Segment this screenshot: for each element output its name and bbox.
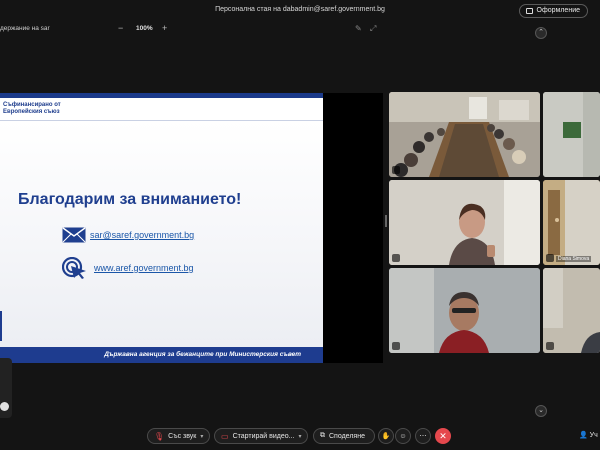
resize-handle[interactable] xyxy=(385,215,387,227)
participant-tile[interactable] xyxy=(389,180,540,265)
eu-line-1: Съфинансирано от xyxy=(3,102,61,108)
presentation-slide: Съфинансирано от Европейския съюз Благод… xyxy=(0,93,323,363)
expand-icon[interactable]: ⤢ xyxy=(370,24,376,34)
participant-video xyxy=(389,268,540,353)
participant-video xyxy=(543,180,600,265)
participant-video xyxy=(389,180,540,265)
video-status-icon xyxy=(392,254,400,262)
envelope-icon xyxy=(62,227,86,243)
zoom-out-button[interactable]: − xyxy=(118,23,123,33)
video-status-icon xyxy=(546,254,554,262)
camera-off-icon: ▭ xyxy=(221,431,229,441)
people-icon: 👤 xyxy=(579,432,588,439)
annotate-icon[interactable]: ✎ xyxy=(355,24,362,33)
hand-icon: ✋ xyxy=(381,433,391,440)
participant-tile[interactable] xyxy=(543,92,600,177)
participant-name: Diana Simova xyxy=(556,256,592,262)
settings-icon[interactable] xyxy=(0,402,9,411)
emoji-icon: ☺ xyxy=(399,432,407,440)
footer-text: Държавна агенция за бежанците при Минист… xyxy=(104,351,301,358)
more-icon: ⋯ xyxy=(419,433,427,440)
slide-accent xyxy=(0,311,2,341)
audio-label: Със звук xyxy=(168,432,197,440)
slide-heading: Благодарим за вниманието! xyxy=(18,191,242,208)
slide-footer: Държавна агенция за бежанците при Минист… xyxy=(0,347,323,363)
share-label: Споделяне xyxy=(329,432,365,440)
chevron-up-icon[interactable]: ⌃ xyxy=(535,27,547,39)
layout-button[interactable]: Оформление xyxy=(518,4,588,18)
chevron-down-icon[interactable]: ▾ xyxy=(298,433,301,440)
shared-content-label: держание на sar xyxy=(0,25,50,32)
participant-tile[interactable] xyxy=(389,268,540,353)
participants-button[interactable]: 👤 Уч xyxy=(579,431,598,439)
participants-label: Уч xyxy=(589,432,598,439)
video-status-icon xyxy=(546,342,554,350)
zoom-in-button[interactable]: + xyxy=(162,23,167,33)
participant-tile[interactable] xyxy=(543,268,600,353)
layout-icon xyxy=(525,8,533,14)
shared-screen: Съфинансирано от Европейския съюз Благод… xyxy=(0,93,383,363)
meeting-room-video xyxy=(389,92,540,177)
email-link[interactable]: sar@saref.government.bg xyxy=(90,230,194,240)
title-bar: Персонална стая на dabadmin@saref.govern… xyxy=(0,0,600,20)
audio-button[interactable]: 🎙 Със звук ▾ xyxy=(147,428,210,444)
cursor-click-icon xyxy=(62,257,86,279)
layout-label: Оформление xyxy=(536,7,580,14)
participant-tile[interactable]: Diana Simova xyxy=(543,180,600,265)
participant-video xyxy=(543,92,600,177)
website-row: www.aref.government.bg xyxy=(62,257,194,279)
video-status-icon xyxy=(392,166,400,174)
mic-muted-icon: 🎙 xyxy=(154,431,165,441)
chevron-down-icon[interactable]: ⌄ xyxy=(535,405,547,417)
share-toolbar: держание на sar − 100% + ✎ ⤢ xyxy=(0,20,600,38)
window-title: Персонална стая на dabadmin@saref.govern… xyxy=(215,6,385,13)
share-icon: ⧉ xyxy=(320,432,325,439)
reactions-button[interactable]: ☺ xyxy=(395,428,411,444)
email-row: sar@saref.government.bg xyxy=(62,227,194,243)
chevron-down-icon[interactable]: ▾ xyxy=(200,433,203,440)
video-label: Стартирай видео... xyxy=(232,432,295,440)
meeting-window: Персонална стая на dabadmin@saref.govern… xyxy=(0,0,600,450)
eu-cofunded-label: Съфинансирано от Европейския съюз xyxy=(3,102,113,116)
raise-hand-button[interactable]: ✋ xyxy=(378,428,394,444)
participant-tile[interactable] xyxy=(389,92,540,177)
share-button[interactable]: ⧉ Споделяне xyxy=(313,428,375,444)
video-status-icon xyxy=(392,342,400,350)
meeting-controls: 🎙 Със звук ▾ ▭ Стартирай видео... ▾ ⧉ Сп… xyxy=(0,426,600,446)
zoom-level: 100% xyxy=(136,25,153,32)
video-button[interactable]: ▭ Стартирай видео... ▾ xyxy=(214,428,308,444)
eu-line-2: Европейския съюз xyxy=(3,109,60,115)
website-link[interactable]: www.aref.government.bg xyxy=(94,263,194,273)
slide-top-band xyxy=(0,93,323,98)
more-options-button[interactable]: ⋯ xyxy=(415,428,431,444)
participant-video xyxy=(543,268,600,353)
end-call-button[interactable]: ✕ xyxy=(435,428,451,444)
